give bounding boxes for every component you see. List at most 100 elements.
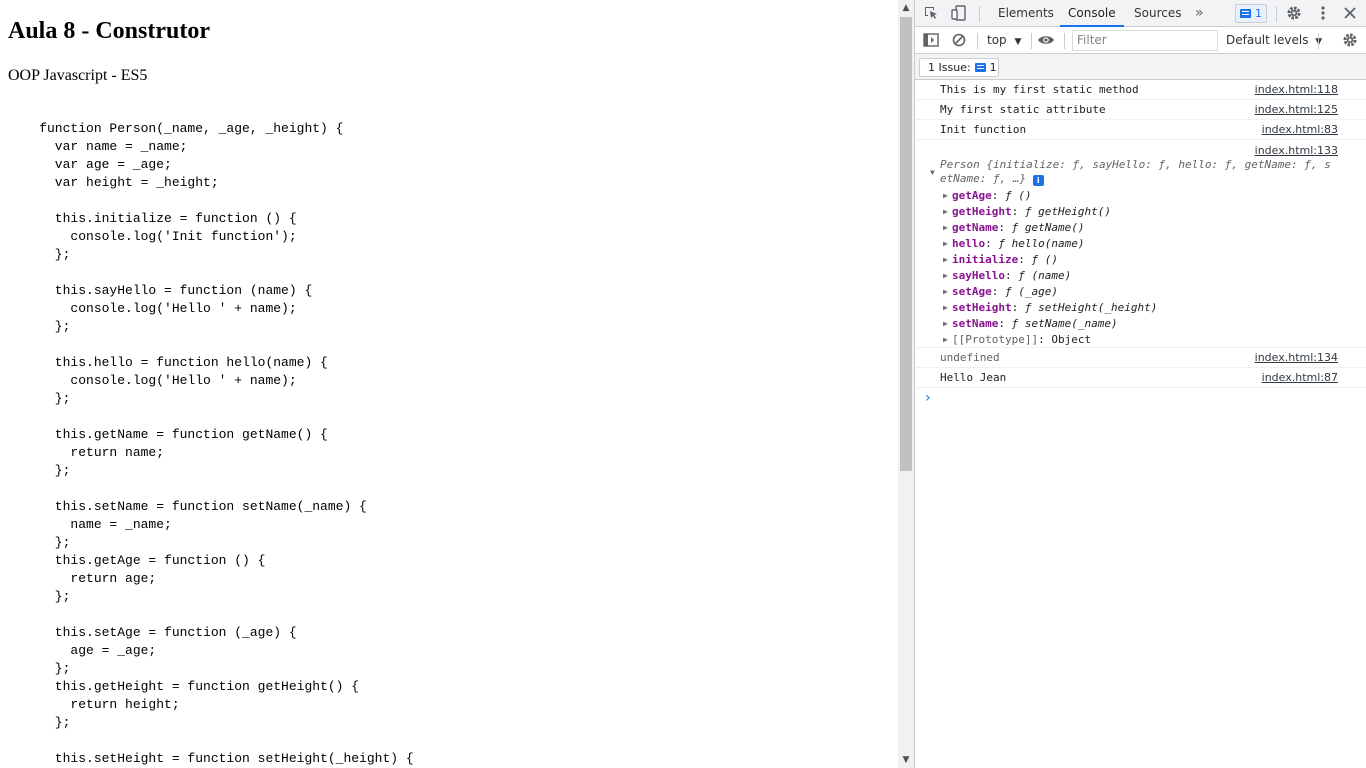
code-line: }; [8, 319, 71, 334]
scrollbar-thumb[interactable] [900, 17, 912, 471]
issues-button[interactable]: 1 Issue: 1 [919, 58, 999, 77]
page-scrollbar[interactable]: ▲ ▼ [898, 0, 914, 768]
kebab-menu-icon[interactable] [1312, 2, 1334, 24]
code-line: return age; [8, 571, 157, 586]
code-line: return height; [8, 697, 180, 712]
toolbar-separator [1064, 33, 1065, 49]
property-value: ƒ hello(name) [998, 237, 1085, 250]
code-line: var name = _name; [8, 139, 188, 154]
property-colon: : [1011, 301, 1025, 314]
collapsed-triangle-icon[interactable]: ▶ [943, 316, 948, 332]
clear-console-icon[interactable] [948, 29, 970, 51]
page-subtitle: OOP Javascript - ES5 [8, 67, 148, 84]
source-link[interactable]: index.html:134 [1255, 348, 1338, 368]
collapsed-triangle-icon[interactable]: ▶ [943, 268, 948, 284]
console-message-text: undefined [940, 351, 1000, 364]
code-line: this.sayHello = function (name) { [8, 283, 313, 298]
source-link[interactable]: index.html:125 [1255, 100, 1338, 120]
object-property[interactable]: ▶ setName: ƒ setName(_name) [943, 316, 1118, 332]
property-value: Object [1051, 333, 1092, 346]
property-key: setAge [952, 285, 992, 298]
console-messages-after: undefined index.html:134 Hello Jean inde… [915, 348, 1366, 388]
settings-gear-icon[interactable] [1283, 2, 1305, 24]
code-line: }; [8, 391, 71, 406]
code-line: }; [8, 535, 71, 550]
context-selector[interactable]: top ▼ [987, 27, 1021, 54]
property-colon: : [998, 317, 1012, 330]
sidebar-toggle-icon[interactable] [5, 29, 27, 51]
collapsed-triangle-icon[interactable]: ▶ [943, 332, 948, 348]
close-icon[interactable] [1339, 2, 1361, 24]
more-tabs-button[interactable]: » [1193, 0, 1206, 27]
collapsed-triangle-icon[interactable]: ▶ [943, 188, 948, 204]
object-property[interactable]: ▶ hello: ƒ hello(name) [943, 236, 1085, 252]
object-property[interactable]: ▶ getHeight: ƒ getHeight() [943, 204, 1111, 220]
property-colon: : [1011, 205, 1025, 218]
property-value: ƒ (name) [1018, 269, 1072, 282]
object-property[interactable]: ▶ [[Prototype]]: Object [943, 332, 1092, 348]
object-preview[interactable]: ▼ Person {initialize: ƒ, sayHello: ƒ, he… [930, 158, 1340, 186]
code-line: this.getAge = function () { [8, 553, 266, 568]
toolbar-separator [977, 33, 978, 49]
collapsed-triangle-icon[interactable]: ▶ [943, 236, 948, 252]
collapsed-triangle-icon[interactable]: ▶ [943, 220, 948, 236]
code-line: var age = _age; [8, 157, 172, 172]
console-object-message: index.html:133 ▼ Person {initialize: ƒ, … [915, 140, 1366, 348]
code-line: var height = _height; [8, 175, 219, 190]
tab-elements[interactable]: Elements [996, 0, 1056, 27]
source-link[interactable]: index.html:83 [1262, 120, 1338, 140]
device-toolbar-icon[interactable] [948, 2, 970, 24]
code-line: return name; [8, 445, 165, 460]
tab-console[interactable]: Console [1060, 0, 1124, 27]
code-line: console.log('Init function'); [8, 229, 297, 244]
log-levels-value: Default levels [1226, 33, 1309, 47]
property-value: ƒ getName() [1011, 221, 1085, 234]
object-property[interactable]: ▶ sayHello: ƒ (name) [943, 268, 1072, 284]
inspect-element-icon[interactable] [920, 2, 942, 24]
property-colon: : [1038, 333, 1052, 346]
collapsed-triangle-icon[interactable]: ▶ [943, 204, 948, 220]
console-settings-gear-icon[interactable] [1339, 29, 1361, 51]
collapsed-triangle-icon[interactable]: ▶ [943, 284, 948, 300]
code-block: function Person(_name, _age, _height) { … [8, 120, 414, 768]
toolbar-separator [979, 6, 980, 22]
object-property[interactable]: ▶ setHeight: ƒ setHeight(_height) [943, 300, 1157, 316]
property-colon: : [1018, 253, 1032, 266]
log-levels-dropdown[interactable]: Default levels ▼ [1226, 27, 1322, 54]
property-key: initialize [952, 253, 1019, 266]
console-filter-input[interactable]: Filter [1072, 30, 1218, 51]
show-sidebar-icon[interactable] [920, 29, 942, 51]
source-link[interactable]: index.html:118 [1255, 80, 1338, 100]
console-message: This is my first static method index.htm… [915, 80, 1366, 100]
object-property[interactable]: ▶ setAge: ƒ (_age) [943, 284, 1058, 300]
property-value: ƒ getHeight() [1024, 205, 1111, 218]
property-value: ƒ (_age) [1005, 285, 1058, 298]
source-link[interactable]: index.html:133 [1255, 144, 1338, 157]
expanded-triangle-icon[interactable]: ▼ [930, 166, 935, 180]
code-line: }; [8, 715, 71, 730]
object-property[interactable]: ▶ initialize: ƒ () [943, 252, 1058, 268]
tab-sources[interactable]: Sources [1132, 0, 1183, 27]
console-prompt-chevron-icon[interactable]: › [925, 390, 931, 406]
source-link[interactable]: index.html:87 [1262, 368, 1338, 388]
issues-count: 1 [989, 61, 997, 74]
collapsed-triangle-icon[interactable]: ▶ [943, 252, 948, 268]
scroll-down-arrow-icon[interactable]: ▼ [898, 752, 914, 768]
property-colon: : [991, 189, 1005, 202]
code-line: this.getHeight = function getHeight() { [8, 679, 360, 694]
object-property[interactable]: ▶ getName: ƒ getName() [943, 220, 1085, 236]
live-expression-eye-icon[interactable] [1035, 29, 1057, 51]
object-property[interactable]: ▶ getAge: ƒ () [943, 188, 1032, 204]
issue-message-icon [974, 63, 986, 72]
messages-badge[interactable]: 1 [1235, 4, 1267, 23]
collapsed-triangle-icon[interactable]: ▶ [943, 300, 948, 316]
console-message: Hello Jean index.html:87 [915, 368, 1366, 388]
scroll-up-arrow-icon[interactable]: ▲ [898, 0, 914, 16]
